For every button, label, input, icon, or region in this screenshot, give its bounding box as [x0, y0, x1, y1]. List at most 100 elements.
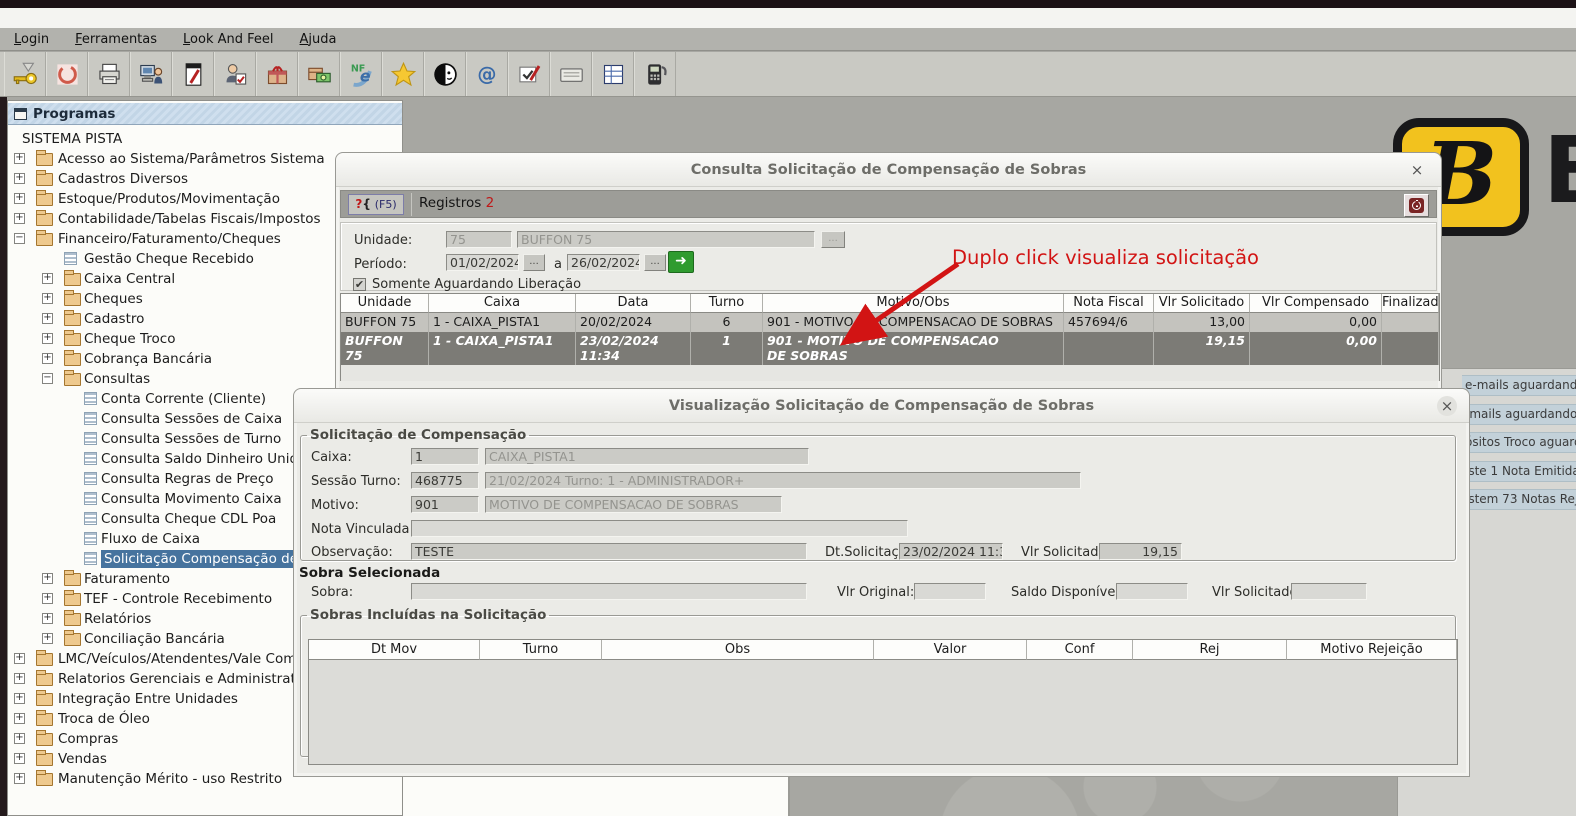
unidade-name-field[interactable]: BUFFON 75 — [517, 231, 815, 248]
sobras-column-header-conf[interactable]: Conf — [1027, 640, 1133, 660]
nfe-button[interactable]: NFe — [340, 52, 382, 96]
menu-item-ajuda[interactable]: Ajuda — [300, 32, 337, 47]
column-header-vlr-solicitado[interactable]: Vlr Solicitado — [1154, 294, 1250, 313]
expand-icon[interactable]: + — [14, 753, 25, 764]
sobras-column-header-dt-mov[interactable]: Dt Mov — [309, 640, 480, 660]
sobras-column-header-rej[interactable]: Rej — [1133, 640, 1287, 660]
table-button[interactable] — [592, 52, 634, 96]
pos-terminal-button[interactable] — [634, 52, 676, 96]
sobras-column-header-turno[interactable]: Turno — [480, 640, 602, 660]
saldo-disponivel-field[interactable] — [1116, 583, 1188, 600]
unidade-code-field[interactable]: 75 — [446, 231, 512, 248]
nota-vinculada-field[interactable] — [411, 520, 908, 537]
gift-box-button[interactable] — [256, 52, 298, 96]
exit-button[interactable] — [1404, 194, 1429, 217]
close-icon[interactable]: × — [1437, 396, 1457, 416]
collapse-icon[interactable]: − — [14, 233, 25, 244]
user-check-button[interactable] — [214, 52, 256, 96]
programs-panel-titlebar[interactable]: Programas — [8, 103, 402, 125]
cell-finalizado — [1382, 332, 1439, 366]
dialog-visualizacao-titlebar[interactable]: Visualização Solicitação de Compensação … — [294, 389, 1469, 423]
column-header-caixa[interactable]: Caixa — [429, 294, 576, 313]
expand-icon[interactable]: + — [14, 773, 25, 784]
printer-button[interactable] — [88, 52, 130, 96]
sessao-desc-field[interactable]: 21/02/2024 Turno: 1 - ADMINISTRADOR+ — [485, 472, 1081, 489]
support-button[interactable] — [424, 52, 466, 96]
dialog-consulta-titlebar[interactable]: Consulta Solicitação de Compensação de S… — [336, 153, 1441, 187]
notification-item[interactable]: ósitos Troco aguardan — [1462, 432, 1576, 453]
notification-item[interactable]: iste 1 Nota Emitida em — [1462, 461, 1576, 482]
notepad-button[interactable] — [172, 52, 214, 96]
periodo-from-field[interactable]: 01/02/2024 — [446, 254, 519, 271]
sobras-column-header-motivo-rejei-o[interactable]: Motivo Rejeição — [1287, 640, 1457, 660]
column-header-finalizado[interactable]: Finalizado — [1382, 294, 1439, 313]
column-header-turno[interactable]: Turno — [691, 294, 763, 313]
expand-icon[interactable]: + — [42, 353, 53, 364]
expand-icon[interactable]: + — [42, 613, 53, 624]
tree-item-sistema-pista[interactable]: SISTEMA PISTA — [8, 129, 402, 149]
expand-icon[interactable]: + — [42, 593, 53, 604]
column-header-unidade[interactable]: Unidade — [341, 294, 429, 313]
expand-icon[interactable]: + — [14, 213, 25, 224]
column-header-vlr-compensado[interactable]: Vlr Compensado — [1250, 294, 1382, 313]
star-button[interactable] — [382, 52, 424, 96]
periodo-to-picker-button[interactable]: ... — [644, 254, 666, 271]
notification-item[interactable]: e-mails aguardando agrup — [1462, 375, 1576, 396]
saldo-disponivel-label: Saldo Disponível: — [1011, 585, 1123, 600]
notepad-icon — [180, 61, 207, 88]
menu-item-login[interactable]: Login — [14, 32, 49, 47]
vlr-original-field[interactable] — [914, 583, 986, 600]
caixa-code-field[interactable]: 1 — [411, 448, 479, 465]
menu-item-look-and-feel[interactable]: Look And Feel — [183, 32, 273, 47]
expand-icon[interactable]: + — [14, 193, 25, 204]
login-key-button[interactable] — [4, 52, 46, 96]
dt-solicitacao-field[interactable]: 23/02/2024 11:34 — [899, 543, 1003, 560]
sobras-column-header-obs[interactable]: Obs — [602, 640, 874, 660]
unidade-lookup-button[interactable]: ... — [821, 231, 845, 248]
sobra-field[interactable] — [411, 583, 807, 600]
expand-icon[interactable]: + — [14, 713, 25, 724]
periodo-to-field[interactable]: 26/02/2024 — [567, 254, 640, 271]
expand-icon[interactable]: + — [14, 693, 25, 704]
notification-item[interactable]: istem 73 Notas Rejeita — [1462, 489, 1576, 510]
expand-icon[interactable]: + — [14, 153, 25, 164]
vlr-solicitado-field[interactable]: 19,15 — [1099, 543, 1182, 560]
expand-icon[interactable]: + — [42, 633, 53, 644]
expand-icon[interactable]: + — [42, 273, 53, 284]
expand-icon[interactable]: + — [14, 173, 25, 184]
collapse-icon[interactable]: − — [42, 373, 53, 384]
expand-icon[interactable]: + — [14, 673, 25, 684]
expand-icon[interactable]: + — [42, 313, 53, 324]
periodo-from-picker-button[interactable]: ... — [523, 254, 545, 271]
column-header-nota-fiscal[interactable]: Nota Fiscal — [1064, 294, 1154, 313]
expand-icon[interactable]: + — [14, 733, 25, 744]
sobras-table-body[interactable] — [309, 660, 1457, 764]
aguardando-checkbox[interactable]: ✔ — [353, 278, 366, 291]
expand-icon[interactable]: + — [14, 653, 25, 664]
check-pen-button[interactable] — [508, 52, 550, 96]
card-button[interactable] — [550, 52, 592, 96]
observacao-field[interactable]: TESTE — [411, 543, 807, 560]
motivo-code-field[interactable]: 901 — [411, 496, 479, 513]
email-at-button[interactable]: @ — [466, 52, 508, 96]
results-table-empty-area — [340, 365, 1440, 381]
workstation-button[interactable] — [130, 52, 172, 96]
expand-icon[interactable]: + — [42, 333, 53, 344]
search-go-button[interactable]: ➜ — [668, 251, 694, 273]
motivo-desc-field[interactable]: MOTIVO DE COMPENSACAO DE SOBRAS — [485, 496, 782, 513]
refresh-f5-button[interactable]: ?{ (F5) — [348, 194, 404, 215]
column-header-data[interactable]: Data — [576, 294, 691, 313]
expand-icon[interactable]: + — [42, 573, 53, 584]
dialog-visualizacao-solicitacao: Visualização Solicitação de Compensação … — [293, 388, 1470, 777]
sobras-column-header-valor[interactable]: Valor — [874, 640, 1027, 660]
close-icon[interactable]: × — [1407, 160, 1427, 180]
caixa-name-field[interactable]: CAIXA_PISTA1 — [485, 448, 809, 465]
money-box-button[interactable] — [298, 52, 340, 96]
notification-item[interactable]: -mails aguardando env — [1462, 404, 1576, 425]
sessao-code-field[interactable]: 468775 — [411, 472, 479, 489]
vlr-solicitado2-field[interactable] — [1291, 583, 1367, 600]
observacao-label: Observação: — [311, 545, 393, 560]
logoff-button[interactable] — [46, 52, 88, 96]
menu-item-ferramentas[interactable]: Ferramentas — [75, 32, 157, 47]
expand-icon[interactable]: + — [42, 293, 53, 304]
